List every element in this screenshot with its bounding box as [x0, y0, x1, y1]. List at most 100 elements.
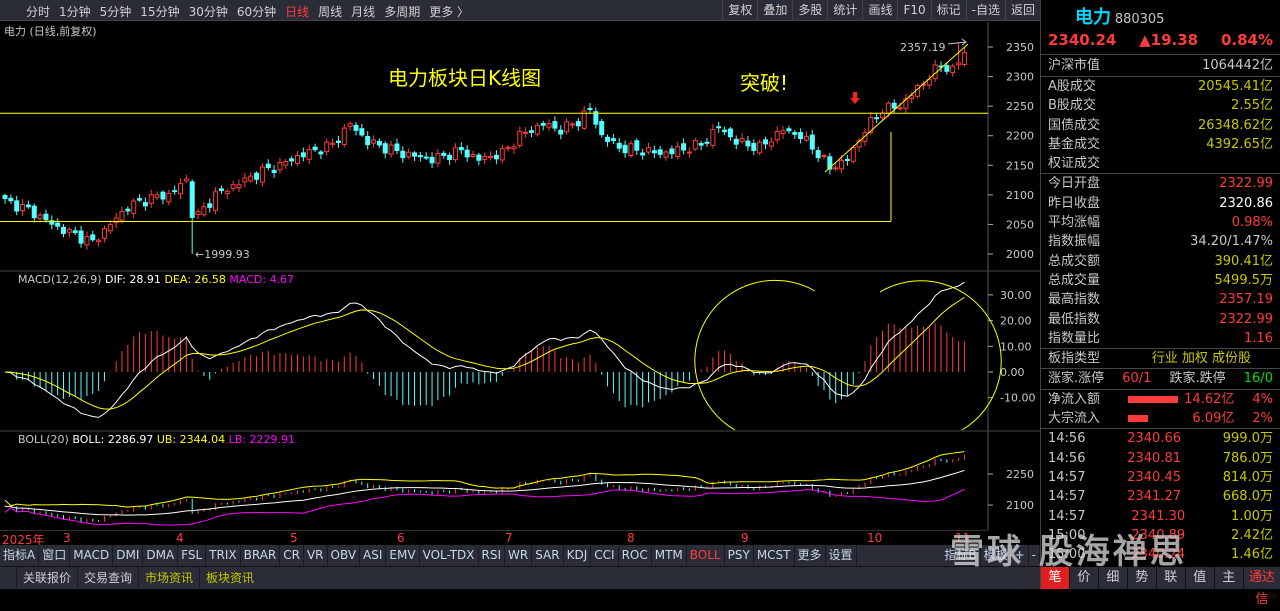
timeframe-1[interactable]: 1分钟 — [59, 3, 91, 20]
panel-tab-6[interactable]: 主 — [1215, 567, 1244, 589]
indicator-tab-fsl[interactable]: FSL — [178, 545, 207, 566]
panel-tab-0[interactable]: 笔 — [1041, 567, 1070, 589]
month-tick: 3 — [63, 531, 71, 545]
bottom-tab-1[interactable]: 交易查询 — [77, 567, 138, 590]
indicator-tab-更多[interactable]: 更多 — [795, 545, 826, 566]
turnover-label: 基金成交 — [1048, 136, 1101, 152]
indicator-tab-dma[interactable]: DMA — [143, 545, 179, 566]
candle-body — [458, 147, 464, 151]
high-arrow-icon — [947, 38, 968, 46]
indicator-right-3[interactable]: - — [1029, 545, 1040, 566]
turnover-label: 国债成交 — [1048, 117, 1101, 133]
timeframe-5[interactable]: 60分钟 — [237, 3, 276, 20]
panel-tab-3[interactable]: 势 — [1128, 567, 1157, 589]
indicator-tab-rsi[interactable]: RSI — [479, 545, 506, 566]
indicator-tab-设置[interactable]: 设置 — [826, 545, 857, 566]
indicator-tab-obv[interactable]: OBV — [328, 545, 361, 566]
timeframe-4[interactable]: 30分钟 — [189, 3, 228, 20]
candle-body — [657, 149, 663, 155]
candle-body — [318, 151, 324, 155]
low-price-label: ←1999.93 — [195, 248, 250, 261]
indicator-tab-指标a[interactable]: 指标A — [0, 545, 40, 566]
tool-button-4[interactable]: 画线 — [862, 0, 897, 21]
candle-body — [546, 123, 552, 128]
indicator-tab-cr[interactable]: CR — [280, 545, 304, 566]
indicator-tab-trix[interactable]: TRIX — [206, 545, 241, 566]
tick-price: 2340.24 — [1131, 547, 1186, 563]
flow-bar — [1128, 395, 1178, 403]
indicator-tab-roc[interactable]: ROC — [619, 545, 652, 566]
panel-tab-4[interactable]: 联 — [1157, 567, 1186, 589]
indicator-tab-dmi[interactable]: DMI — [113, 545, 144, 566]
macd-tick-label: -10.00 — [1000, 392, 1035, 405]
indicator-tab-cci[interactable]: CCI — [591, 545, 619, 566]
candle-body — [540, 122, 546, 126]
down-count: 16/0 — [1243, 371, 1273, 387]
indicator-tab-窗口[interactable]: 窗口 — [39, 545, 71, 566]
indicator-tab-psy[interactable]: PSY — [725, 545, 754, 566]
indicator-right-0[interactable]: 指标B — [941, 545, 981, 566]
candle-body — [874, 117, 880, 120]
timeframe-7[interactable]: 周线 — [318, 3, 342, 20]
panel-tab-1[interactable]: 价 — [1070, 567, 1099, 589]
tool-button-8[interactable]: 返回 — [1004, 0, 1040, 21]
candle-body — [488, 155, 494, 159]
bottom-tab-0[interactable]: 关联报价 — [16, 567, 77, 590]
timeframe-6[interactable]: 日线 — [285, 3, 309, 20]
timeframe-9[interactable]: 多周期 — [384, 3, 420, 20]
tick-time: 14:56 — [1048, 450, 1086, 466]
indicator-tab-sar[interactable]: SAR — [532, 545, 564, 566]
tool-button-0[interactable]: 复权 — [722, 0, 757, 21]
tool-button-7[interactable]: -自选 — [965, 0, 1005, 21]
indicator-tab-wr[interactable]: WR — [505, 545, 533, 566]
flow-label: 净流入额 — [1048, 391, 1101, 407]
indicator-tab-vr[interactable]: VR — [304, 545, 328, 566]
timeframe-10[interactable]: 更多 〉 — [429, 3, 469, 20]
candle-body — [716, 126, 722, 129]
timeframe-2[interactable]: 5分钟 — [100, 3, 132, 20]
stat-value: 5499.5万 — [1214, 272, 1274, 288]
candle-body — [248, 175, 254, 182]
kline-chart[interactable]: 2350 2300 2250 2200 2150 2100 2050 2000 30.00 20.… — [0, 22, 1040, 530]
indicator-tab-asi[interactable]: ASI — [360, 545, 387, 566]
bottom-tab-2[interactable]: 市场资讯 — [138, 567, 199, 590]
indicator-tab-mtm[interactable]: MTM — [652, 545, 687, 566]
indicator-right-1[interactable]: 模板 — [981, 545, 1012, 566]
tool-button-6[interactable]: 标记 — [930, 0, 966, 21]
down-count-label: 跌家.跌停 — [1169, 371, 1226, 387]
tick-row: 14:57 2341.30 1.00万 — [1041, 507, 1280, 526]
bottom-tab-3[interactable]: 板块资讯 — [199, 567, 260, 590]
indicator-tab-emv[interactable]: EMV — [386, 545, 420, 566]
tool-button-5[interactable]: F10 — [897, 0, 930, 21]
timeframe-8[interactable]: 月线 — [351, 3, 375, 20]
candle-body — [710, 129, 716, 146]
candle-body — [101, 228, 107, 239]
macd-dif: DIF: 28.91 — [105, 273, 161, 286]
candle-body — [569, 123, 575, 126]
candle-body — [125, 208, 131, 212]
panel-tab-2[interactable]: 细 — [1099, 567, 1128, 589]
tool-button-1[interactable]: 叠加 — [757, 0, 792, 21]
timeframe-0[interactable]: 分时 — [26, 3, 50, 20]
indicator-tab-mcst[interactable]: MCST — [754, 545, 795, 566]
tick-time: 14:57 — [1048, 489, 1086, 505]
turnover-value: 26348.62亿 — [1197, 117, 1273, 133]
candle-body — [400, 150, 406, 159]
candle-body — [757, 141, 763, 154]
candle-body — [55, 222, 61, 227]
tool-button-3[interactable]: 统计 — [827, 0, 862, 21]
timeframe-3[interactable]: 15分钟 — [140, 3, 179, 20]
panel-tab-tdx[interactable]: 通达信 — [1244, 567, 1280, 607]
indicator-tab-kdj[interactable]: KDJ — [564, 545, 592, 566]
indicator-tab-vol-tdx[interactable]: VOL-TDX — [420, 545, 479, 566]
month-tick: 5 — [290, 531, 298, 545]
candle-body — [142, 202, 148, 207]
panel-tab-5[interactable]: 值 — [1186, 567, 1215, 589]
indicator-tab-macd[interactable]: MACD — [70, 545, 114, 566]
indicator-tab-boll[interactable]: BOLL — [687, 545, 725, 566]
indicator-right-2[interactable]: + — [1012, 545, 1029, 566]
indicator-tab-brar[interactable]: BRAR — [241, 545, 281, 566]
candle-body — [148, 194, 154, 204]
turnover-row: B股成交 2.55亿 — [1041, 96, 1280, 115]
tool-button-2[interactable]: 多股 — [792, 0, 827, 21]
